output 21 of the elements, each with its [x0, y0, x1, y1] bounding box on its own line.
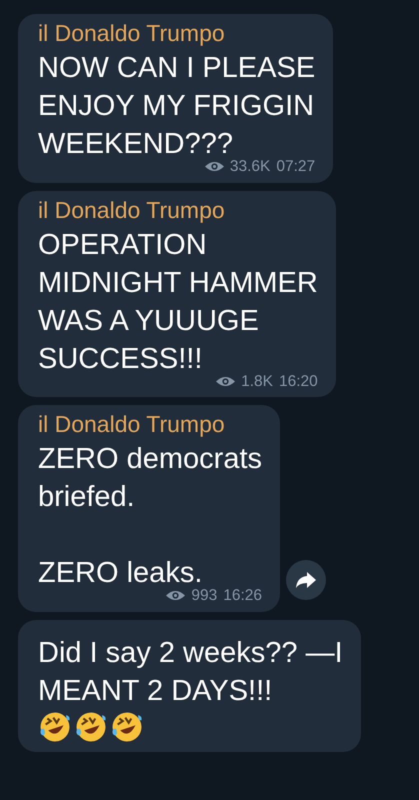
sender-name: il Donaldo Trumpo — [38, 20, 226, 47]
laughing-emoji-icon — [74, 710, 108, 744]
eye-icon — [166, 589, 186, 602]
laughing-emoji-icon — [38, 710, 72, 744]
message-time: 16:20 — [279, 374, 318, 389]
message-time: 16:26 — [223, 588, 262, 604]
share-icon — [295, 570, 317, 588]
view-count: 1.8K — [241, 374, 273, 389]
message-text: ZERO democrats briefed. ZERO leaks. — [38, 442, 262, 589]
laughing-emoji-icon — [110, 710, 144, 744]
sender-name: il Donaldo Trumpo — [38, 411, 226, 438]
eye-icon — [204, 160, 224, 174]
sender-name: il Donaldo Trumpo — [38, 196, 226, 224]
message-text: OPERATION MIDNIGHT HAMMER WAS A YUUUGE SUCCESS!!! — [38, 228, 318, 375]
view-count: 33.6K — [230, 159, 270, 174]
view-count: 993 — [191, 588, 218, 604]
share-button[interactable] — [286, 560, 326, 600]
message-time: 07:27 — [276, 159, 316, 174]
eye-icon — [216, 374, 236, 388]
message-text: NOW CAN I PLEASE ENJOY MY FRIGGIN WEEKEND??? — [38, 51, 316, 160]
message-text: Did I say 2 weeks?? —I MEANT 2 DAYS!!! — [38, 636, 343, 708]
